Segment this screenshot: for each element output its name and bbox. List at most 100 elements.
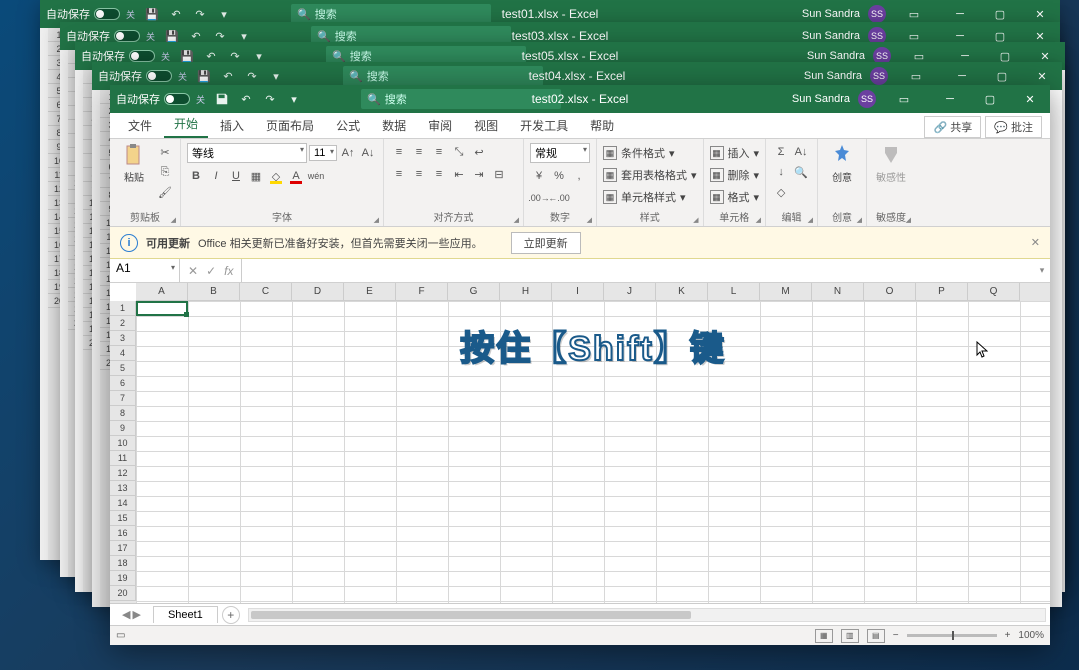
- align-left-icon[interactable]: ≡: [390, 165, 408, 183]
- cell-styles-button[interactable]: ▦单元格样式 ▾: [603, 187, 686, 207]
- save-icon[interactable]: [215, 92, 229, 106]
- paste-button[interactable]: 粘贴: [116, 143, 152, 184]
- zoom-level[interactable]: 100%: [1018, 630, 1044, 641]
- cells-area[interactable]: 按住【Shift】键: [136, 301, 1050, 603]
- sheet-tab-1[interactable]: Sheet1: [153, 606, 218, 623]
- row-header-15[interactable]: 15: [110, 511, 136, 526]
- col-header-A[interactable]: A: [136, 283, 188, 301]
- row-header-8[interactable]: 8: [110, 406, 136, 421]
- search-box[interactable]: 🔍 搜索: [361, 89, 561, 109]
- col-header-L[interactable]: L: [708, 283, 760, 301]
- col-header-C[interactable]: C: [240, 283, 292, 301]
- delete-cells-button[interactable]: ▦删除 ▾: [710, 165, 760, 185]
- sort-filter-icon[interactable]: A↓: [792, 143, 810, 161]
- normal-view-button[interactable]: ▦: [815, 629, 833, 643]
- row-header-1[interactable]: 1: [110, 301, 136, 316]
- tab-dev[interactable]: 开发工具: [510, 113, 578, 138]
- tab-data[interactable]: 数据: [372, 113, 416, 138]
- decrease-decimal-icon[interactable]: ←.00: [550, 189, 568, 207]
- ideas-button[interactable]: 创意: [824, 143, 860, 184]
- tab-help[interactable]: 帮助: [580, 113, 624, 138]
- col-header-G[interactable]: G: [448, 283, 500, 301]
- expand-formula-icon[interactable]: ▾: [1034, 259, 1050, 282]
- cut-icon[interactable]: ✂: [156, 143, 174, 161]
- page-break-view-button[interactable]: ▤: [867, 629, 885, 643]
- tab-layout[interactable]: 页面布局: [256, 113, 324, 138]
- infobar-close-icon[interactable]: ✕: [1031, 236, 1040, 249]
- row-header-19[interactable]: 19: [110, 571, 136, 586]
- italic-icon[interactable]: I: [207, 167, 225, 185]
- user-block[interactable]: Sun Sandra SS ▭: [792, 85, 930, 113]
- row-header-18[interactable]: 18: [110, 556, 136, 571]
- share-button[interactable]: 🔗 共享: [924, 116, 981, 138]
- fill-icon[interactable]: ↓: [772, 163, 790, 181]
- fill-color-icon[interactable]: ◇: [267, 167, 285, 185]
- enter-fx-icon[interactable]: ✓: [206, 264, 216, 278]
- tab-home[interactable]: 开始: [164, 111, 208, 138]
- zoom-slider[interactable]: [907, 634, 997, 637]
- col-header-B[interactable]: B: [188, 283, 240, 301]
- tab-formulas[interactable]: 公式: [326, 113, 370, 138]
- font-size-dropdown[interactable]: 11: [309, 145, 337, 161]
- update-now-button[interactable]: 立即更新: [511, 232, 581, 254]
- bold-icon[interactable]: B: [187, 167, 205, 185]
- currency-icon[interactable]: ¥: [530, 167, 548, 185]
- zoom-in-button[interactable]: +: [1005, 630, 1011, 641]
- name-box[interactable]: A1: [110, 259, 180, 282]
- row-header-17[interactable]: 17: [110, 541, 136, 556]
- format-cells-button[interactable]: ▦格式 ▾: [710, 187, 760, 207]
- col-header-I[interactable]: I: [552, 283, 604, 301]
- row-header-20[interactable]: 20: [110, 586, 136, 601]
- row-header-6[interactable]: 6: [110, 376, 136, 391]
- row-header-11[interactable]: 11: [110, 451, 136, 466]
- tab-file[interactable]: 文件: [118, 113, 162, 138]
- orientation-icon[interactable]: ⤡: [450, 143, 468, 161]
- sheet-prev-icon[interactable]: ◀: [122, 608, 130, 621]
- row-header-14[interactable]: 14: [110, 496, 136, 511]
- find-icon[interactable]: 🔍: [792, 163, 810, 181]
- wrap-text-icon[interactable]: ↩: [470, 143, 488, 161]
- row-header-7[interactable]: 7: [110, 391, 136, 406]
- conditional-format-button[interactable]: ▦条件格式 ▾: [603, 143, 675, 163]
- format-painter-icon[interactable]: 🖌: [156, 183, 174, 201]
- col-header-M[interactable]: M: [760, 283, 812, 301]
- sensitivity-button[interactable]: 敏感性: [873, 143, 909, 184]
- ribbon-display-icon[interactable]: ▭: [884, 85, 924, 113]
- col-header-H[interactable]: H: [500, 283, 552, 301]
- clear-icon[interactable]: ◇: [772, 183, 790, 201]
- col-header-N[interactable]: N: [812, 283, 864, 301]
- percent-icon[interactable]: %: [550, 167, 568, 185]
- increase-decimal-icon[interactable]: .00→: [530, 189, 548, 207]
- sheet-next-icon[interactable]: ▶: [132, 608, 140, 621]
- row-header-2[interactable]: 2: [110, 316, 136, 331]
- align-right-icon[interactable]: ≡: [430, 165, 448, 183]
- autosave-toggle[interactable]: 自动保存 关: [116, 91, 205, 107]
- increase-font-icon[interactable]: A↑: [339, 144, 357, 162]
- underline-icon[interactable]: U: [227, 167, 245, 185]
- col-header-J[interactable]: J: [604, 283, 656, 301]
- row-header-16[interactable]: 16: [110, 526, 136, 541]
- decrease-indent-icon[interactable]: ⇤: [450, 165, 468, 183]
- minimize-button[interactable]: ─: [930, 85, 970, 113]
- tab-review[interactable]: 审阅: [418, 113, 462, 138]
- formula-bar[interactable]: [241, 259, 1034, 282]
- horizontal-scrollbar[interactable]: [248, 608, 1046, 622]
- row-header-13[interactable]: 13: [110, 481, 136, 496]
- copy-icon[interactable]: ⎘: [156, 163, 174, 181]
- col-header-Q[interactable]: Q: [968, 283, 1020, 301]
- fx-icon[interactable]: fx: [224, 264, 233, 278]
- col-header-F[interactable]: F: [396, 283, 448, 301]
- border-icon[interactable]: ▦: [247, 167, 265, 185]
- align-middle-icon[interactable]: ≡: [410, 143, 428, 161]
- row-header-3[interactable]: 3: [110, 331, 136, 346]
- maximize-button[interactable]: ▢: [970, 85, 1010, 113]
- increase-indent-icon[interactable]: ⇥: [470, 165, 488, 183]
- decrease-font-icon[interactable]: A↓: [359, 144, 377, 162]
- comma-icon[interactable]: ,: [570, 167, 588, 185]
- format-as-table-button[interactable]: ▦套用表格格式 ▾: [603, 165, 697, 185]
- qat-dropdown-icon[interactable]: ▾: [287, 92, 301, 106]
- comments-button[interactable]: 💬 批注: [985, 116, 1042, 138]
- merge-icon[interactable]: ⊟: [490, 165, 508, 183]
- page-layout-view-button[interactable]: ▥: [841, 629, 859, 643]
- row-header-10[interactable]: 10: [110, 436, 136, 451]
